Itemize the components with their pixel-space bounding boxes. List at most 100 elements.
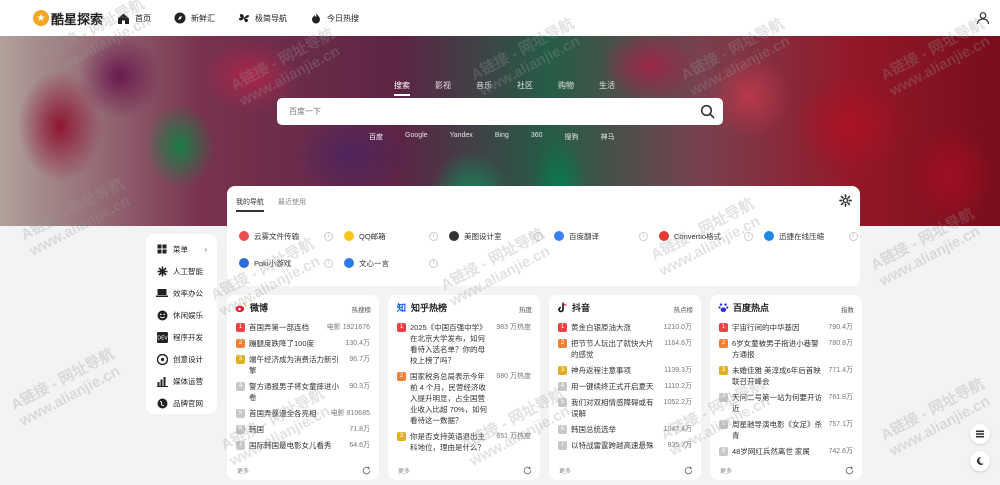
refresh-icon[interactable] (845, 466, 854, 475)
quick-site-4[interactable]: Convertio格式 i (659, 228, 759, 244)
search-tab-0[interactable]: 搜索 (394, 80, 410, 96)
hot-list-item[interactable]: 1 2025《中国百强中学》在北京大学发布，如何看待入选名单？你的母校上榜了吗？ 9… (397, 322, 531, 366)
quick-site-3[interactable]: 百度翻译 i (554, 228, 654, 244)
user-icon[interactable] (976, 11, 990, 25)
quick-site-0[interactable]: 云雾文件传输 i (239, 228, 339, 244)
site-logo[interactable]: ★ 酷星探索 (33, 9, 103, 28)
hot-list-item[interactable]: 2 蹦腿度跌降了100度 130.4万 (236, 338, 370, 349)
gear-icon[interactable] (839, 194, 852, 207)
hot-card-header[interactable]: 知知乎热榜 (396, 301, 447, 314)
hot-list-item[interactable]: 5 首国弄暴漫全各亮相 电影 810685 (236, 408, 370, 419)
sidebar-item-5[interactable]: 创意设计 (146, 348, 217, 370)
hot-list-item[interactable]: 1 首国弄第一部连档 电影 1921676 (236, 322, 370, 333)
quick-site-2[interactable]: 美图设计室 i (449, 228, 549, 244)
quick-site-1[interactable]: QQ邮箱 i (344, 228, 444, 244)
baidu-paw-icon (718, 302, 729, 313)
nav-item-label: 首页 (135, 13, 151, 23)
search-engine-3[interactable]: Bing (495, 132, 509, 142)
quick-tab-1[interactable]: 最近使用 (278, 197, 306, 212)
nav-item-label: 极简导航 (255, 13, 287, 23)
hot-item-value: 64.6万 (349, 442, 370, 449)
search-tab-3[interactable]: 社区 (517, 80, 533, 96)
more-link[interactable]: 更多 (720, 466, 732, 475)
search-tab-5[interactable]: 生活 (599, 80, 615, 96)
hot-item-value: 130.4万 (345, 340, 370, 347)
sidebar-item-6[interactable]: 媒体运营 (146, 370, 217, 392)
more-link[interactable]: 更多 (398, 466, 410, 475)
hot-list-item[interactable]: 5 我们对双相情感障碍或有误解 1052.2万 (558, 397, 692, 419)
hot-card-header[interactable]: 百度热点 (718, 301, 769, 314)
quick-site-6[interactable]: Poki小游戏 i (239, 255, 339, 271)
nav-item-3[interactable]: 今日热搜 (309, 12, 359, 25)
sidebar-item-4[interactable]: DEV 程序开发 (146, 326, 217, 348)
quick-site-7[interactable]: 文心一言 i (344, 255, 444, 271)
search-tab-1[interactable]: 影视 (435, 80, 451, 96)
refresh-icon[interactable] (684, 466, 693, 475)
hot-list-item[interactable]: 3 神舟返程注意事项 1139.3万 (558, 365, 692, 376)
hot-list-item[interactable]: 4 天问二号第一站为何要开访近 761.8万 (719, 392, 853, 414)
hot-list-item[interactable]: 3 未婚佳雅 美淳成6年后首映联召开峰会 771.4万 (719, 365, 853, 387)
hot-list-item[interactable]: 1 黄金白银原油大涨 1210.0万 (558, 322, 692, 333)
hot-list-item[interactable]: 7 国际韩国最电影女儿看秀 64.6万 (236, 440, 370, 451)
hot-card-tag[interactable]: 热点榜 (674, 304, 694, 314)
info-icon[interactable]: i (429, 231, 438, 241)
rank-badge: 5 (558, 398, 567, 407)
hot-list-item[interactable]: 2 把节节人玩出了就快大片的感觉 1164.6万 (558, 338, 692, 360)
nav-item-2[interactable]: 极简导航 (237, 12, 287, 25)
hot-card-tag[interactable]: 热搜榜 (352, 304, 372, 314)
hot-item-title: 你是否支持英语退出主科地位，理由是什么？ (410, 432, 485, 452)
search-engine-6[interactable]: 神马 (601, 132, 615, 142)
info-icon[interactable]: i (744, 231, 753, 241)
quick-tab-0[interactable]: 我的导航 (236, 197, 264, 212)
refresh-icon[interactable] (523, 466, 532, 475)
send-icon (239, 231, 249, 241)
hot-list-item[interactable]: 3 端午经济成为消费活力新引擎 96.7万 (236, 354, 370, 376)
sidebar-item-0[interactable]: 菜单 › (146, 238, 217, 260)
hot-list-item[interactable]: 5 周星驰导演电影《女足》杀青 757.1万 (719, 419, 853, 441)
info-icon[interactable]: i (849, 231, 858, 241)
refresh-icon[interactable] (362, 466, 371, 475)
list-view-button[interactable] (970, 424, 990, 444)
info-icon[interactable]: i (324, 258, 333, 268)
search-engine-4[interactable]: 360 (531, 132, 543, 142)
hot-list-item[interactable]: 4 用一键续终正式开启夏天 1110.2万 (558, 381, 692, 392)
sidebar-item-7[interactable]: 品牌官网 (146, 392, 217, 414)
hot-list-item[interactable]: 6 韩国 71.8万 (236, 424, 370, 435)
info-icon[interactable]: i (534, 231, 543, 241)
hot-card-header[interactable]: 微博 (235, 301, 268, 314)
hot-list-item[interactable]: 6 韩国总统选举 1047.4万 (558, 424, 692, 435)
search-tab-2[interactable]: 音乐 (476, 80, 492, 96)
search-icon[interactable] (700, 104, 715, 119)
more-link[interactable]: 更多 (559, 466, 571, 475)
search-engine-2[interactable]: Yandex (450, 132, 473, 142)
hot-list-item[interactable]: 2 6岁女童被男子拖进小巷警方通报 780.8万 (719, 338, 853, 360)
hot-list-item[interactable]: 1 宇宙行间的中华基因 790.4万 (719, 322, 853, 333)
search-input[interactable] (289, 107, 669, 116)
hot-list-item[interactable]: 2 国家税务总局表示今年前 4 个月，民营经济收入提升明显，占全国营业收入比超 7… (397, 371, 531, 426)
info-icon[interactable]: i (429, 258, 438, 268)
flame-icon (309, 12, 322, 25)
hot-list-item[interactable]: 7 以特战雷霆跨越高速悬殊 935.7万 (558, 440, 692, 451)
hot-item-title: 以特战雷霆跨越高速悬殊 (571, 441, 654, 450)
hot-item-value: 1052.2万 (663, 399, 692, 406)
info-icon[interactable]: i (639, 231, 648, 241)
sidebar-item-1[interactable]: 人工智能 (146, 260, 217, 282)
sidebar-item-2[interactable]: 效率办公 (146, 282, 217, 304)
more-link[interactable]: 更多 (237, 466, 249, 475)
hot-list-item[interactable]: 6 48岁网红兵然离世 家属 742.6万 (719, 446, 853, 457)
search-engine-1[interactable]: Google (405, 132, 428, 142)
sidebar-item-3[interactable]: 休闲娱乐 (146, 304, 217, 326)
hot-list-item[interactable]: 4 警方通报男子将女童摔进小卷 90.3万 (236, 381, 370, 403)
hot-card-tag[interactable]: 热度 (519, 304, 532, 314)
search-engine-0[interactable]: 百度 (369, 132, 383, 142)
nav-item-0[interactable]: 首页 (117, 12, 151, 25)
search-engine-5[interactable]: 搜狗 (565, 132, 579, 142)
dark-mode-button[interactable] (970, 451, 990, 471)
search-tab-4[interactable]: 购物 (558, 80, 574, 96)
info-icon[interactable]: i (324, 231, 333, 241)
hot-list-item[interactable]: 3 你是否支持英语退出主科地位，理由是什么？ 651 万热度 (397, 431, 531, 453)
hot-card-header[interactable]: 抖音 (557, 301, 590, 314)
hot-card-tag[interactable]: 指数 (841, 304, 854, 314)
quick-site-5[interactable]: 迅捷在线压缩 i (764, 228, 864, 244)
nav-item-1[interactable]: 新鲜汇 (173, 12, 215, 25)
